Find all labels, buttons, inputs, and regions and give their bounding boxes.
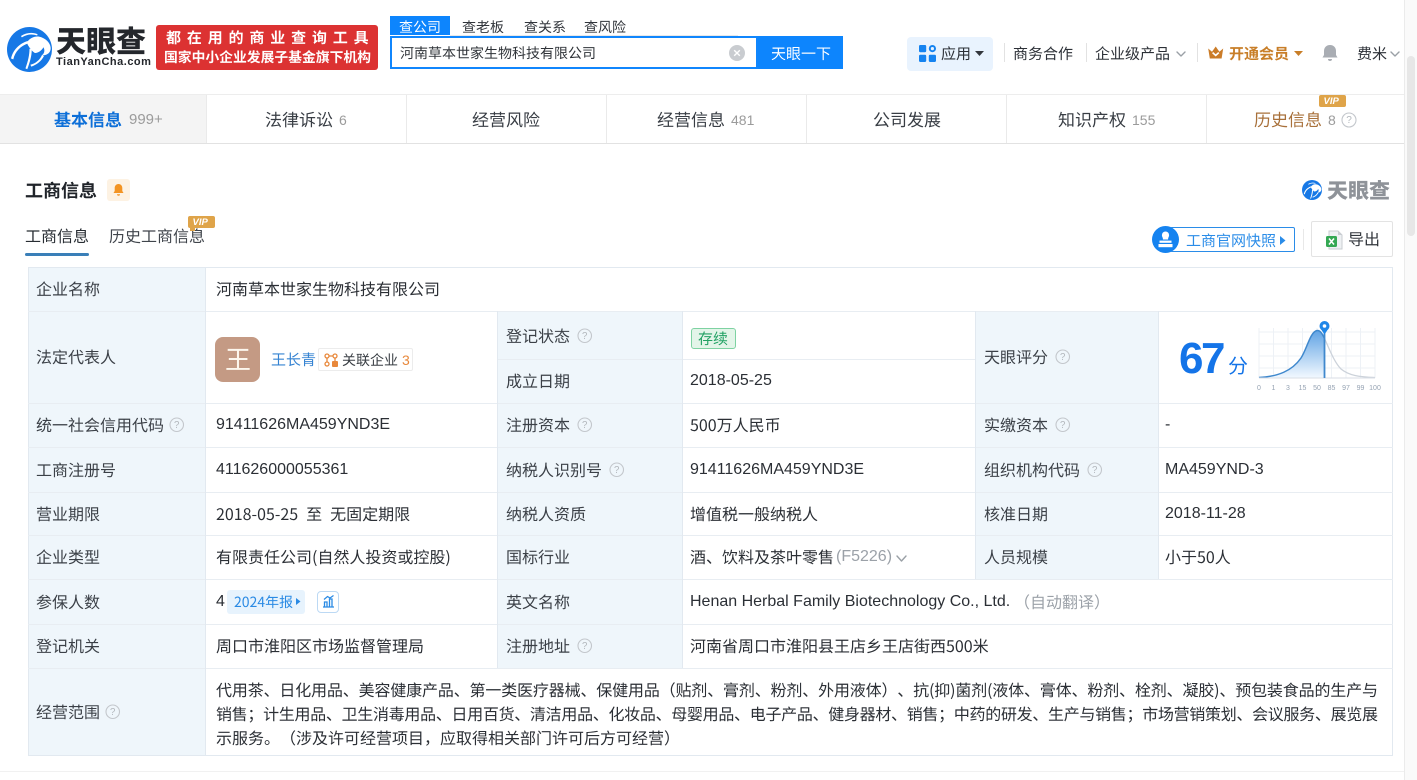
svg-text:100: 100 [1369, 385, 1381, 392]
svg-text:0: 0 [1257, 385, 1261, 392]
svg-text:3: 3 [1286, 385, 1290, 392]
svg-text:?: ? [1346, 115, 1352, 126]
svg-text:?: ? [582, 420, 588, 431]
svg-text:50: 50 [1313, 385, 1321, 392]
svg-text:?: ? [614, 465, 620, 476]
svg-text:1: 1 [1272, 385, 1276, 392]
svg-text:?: ? [1060, 420, 1066, 431]
svg-text:?: ? [582, 331, 588, 342]
svg-text:97: 97 [1342, 385, 1350, 392]
svg-text:?: ? [174, 420, 180, 431]
svg-text:?: ? [1092, 465, 1098, 476]
svg-text:?: ? [1060, 352, 1066, 363]
svg-text:99: 99 [1357, 385, 1365, 392]
svg-text:15: 15 [1299, 385, 1307, 392]
svg-text:?: ? [110, 707, 116, 718]
svg-text:?: ? [582, 641, 588, 652]
svg-text:85: 85 [1328, 385, 1336, 392]
